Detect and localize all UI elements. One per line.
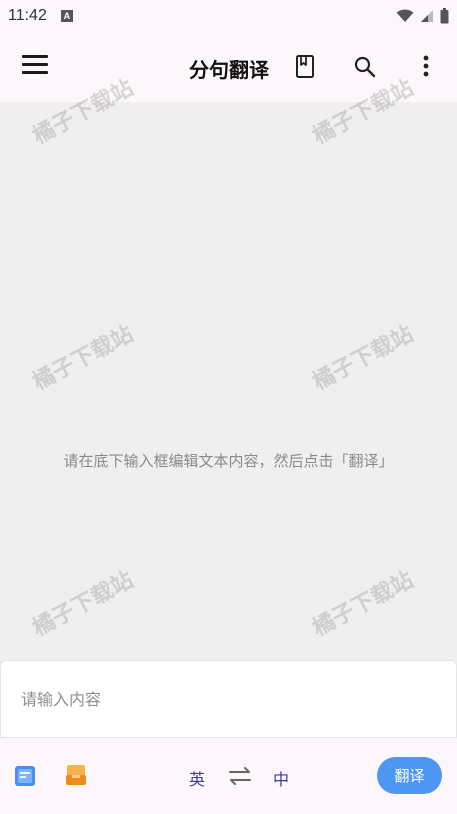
more-vert-icon[interactable]: [418, 54, 434, 80]
text-input[interactable]: [21, 687, 441, 711]
status-icons: [396, 8, 449, 24]
wifi-icon: [396, 9, 414, 22]
input-card: [0, 660, 457, 738]
swap-icon[interactable]: [228, 766, 252, 786]
translate-button[interactable]: 翻译: [377, 757, 442, 794]
page-title: 分句翻译: [189, 58, 269, 82]
status-bar: 11:42 A: [0, 0, 457, 32]
bottom-toolbar: 英 中 翻译: [0, 738, 457, 814]
status-indicator-icon: A: [60, 10, 73, 22]
battery-icon: [440, 8, 449, 24]
document-icon[interactable]: [14, 765, 36, 787]
inbox-icon[interactable]: [65, 764, 87, 786]
menu-icon[interactable]: [22, 55, 48, 77]
search-icon[interactable]: [352, 54, 378, 80]
translation-content-area: 请在底下输入框编辑文本内容，然后点击「翻译」: [0, 102, 457, 660]
book-icon[interactable]: [293, 54, 317, 80]
signal-icon: [421, 10, 433, 22]
source-language[interactable]: 英: [189, 766, 205, 790]
status-time: 11:42: [8, 7, 47, 24]
empty-hint-text: 请在底下输入框编辑文本内容，然后点击「翻译」: [63, 452, 394, 470]
target-language[interactable]: 中: [273, 766, 289, 790]
app-bar: 分句翻译: [0, 32, 457, 102]
